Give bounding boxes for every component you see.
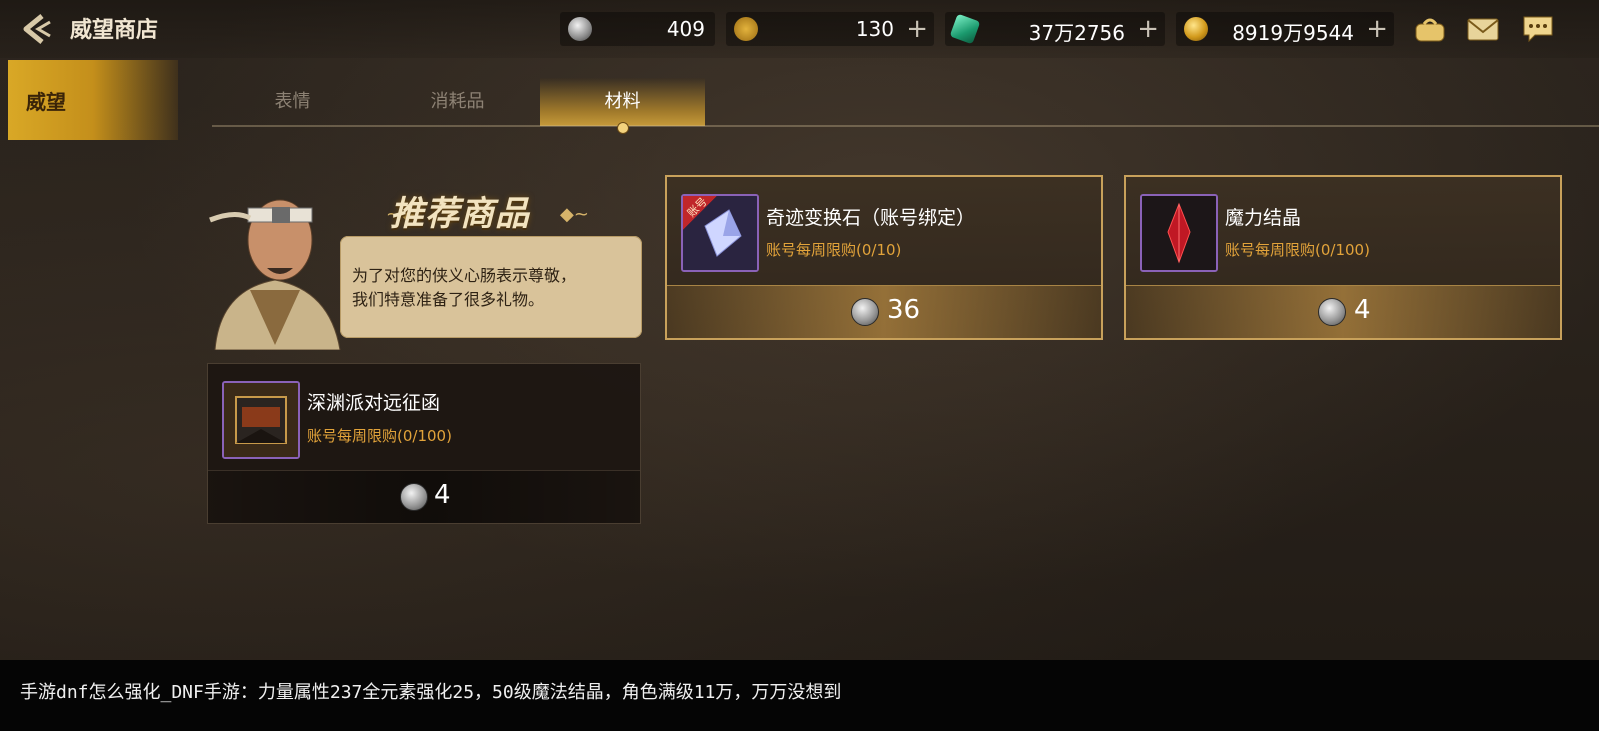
shop-item-card[interactable]: 深渊派对远征函 账号每周限购(0/100) 4 (207, 363, 641, 524)
prestige-coin-icon (400, 483, 428, 511)
currency-value: 409 (666, 17, 705, 41)
title-ornament-right-icon: ◆~ (560, 204, 589, 225)
price-bar[interactable]: 4 (208, 470, 640, 523)
npc-dialog-bubble: 为了对您的侠义心肠表示尊敬， 我们特意准备了很多礼物。 (340, 236, 642, 338)
video-caption: 手游dnf怎么强化_DNF手游：力量属性237全元素强化25，50级魔法结晶，角… (20, 682, 842, 703)
account-badge: 账号 (683, 196, 717, 230)
item-limit: 账号每周限购(0/10) (766, 241, 902, 259)
item-name: 魔力结晶 (1225, 207, 1302, 229)
currency-c: 130 + (726, 12, 934, 46)
price-bar[interactable]: 36 (667, 285, 1101, 338)
item-name: 奇迹变换石（账号绑定） (766, 207, 976, 229)
letter-icon (222, 381, 300, 459)
price-bar[interactable]: 4 (1126, 285, 1560, 338)
item-price: 4 (434, 480, 451, 510)
prestige-coin-icon (568, 17, 592, 41)
bag-icon[interactable] (1413, 14, 1447, 44)
video-caption-bar: 手游dnf怎么强化_DNF手游：力量属性237全元素强化25，50级魔法结晶，角… (0, 660, 1599, 731)
currency-value: 8919万9544 (1232, 21, 1354, 45)
mail-icon[interactable] (1466, 14, 1500, 44)
tab-divider (212, 125, 1599, 127)
back-arrow-icon[interactable] (18, 10, 56, 48)
item-price: 4 (1354, 295, 1371, 325)
add-c-button[interactable]: + (906, 14, 928, 44)
add-gem-button[interactable]: + (1137, 14, 1159, 44)
green-gem-icon (949, 13, 981, 45)
c-coin-icon (734, 17, 758, 41)
active-tab-indicator (617, 122, 629, 134)
shop-item-card[interactable]: 魔力结晶 账号每周限购(0/100) 4 (1124, 175, 1562, 340)
npc-portrait (209, 199, 341, 350)
gold-coin-icon (1184, 17, 1208, 41)
item-limit: 账号每周限购(0/100) (307, 427, 452, 445)
shop-item-card[interactable]: 账号 奇迹变换石（账号绑定） 账号每周限购(0/10) 36 (665, 175, 1103, 340)
crystal-stone-icon: 账号 (681, 194, 759, 272)
currency-prestige: 409 (560, 12, 715, 46)
npc-dialog-text: 为了对您的侠义心肠表示尊敬， 我们特意准备了很多礼物。 (352, 266, 577, 309)
currency-value: 37万2756 (1028, 21, 1125, 45)
item-name: 深渊派对远征函 (307, 392, 441, 414)
add-gold-button[interactable]: + (1366, 14, 1388, 44)
red-crystal-icon (1140, 194, 1218, 272)
tab-emotes[interactable]: 表情 (210, 78, 375, 126)
tab-materials[interactable]: 材料 (540, 78, 705, 126)
recommend-title: 推荐商品 (390, 194, 530, 234)
currency-gold: 8919万9544 + (1176, 12, 1394, 46)
nav-item-label: 威望 (26, 90, 66, 114)
prestige-coin-icon (851, 298, 879, 326)
item-limit: 账号每周限购(0/100) (1225, 241, 1370, 259)
item-price: 36 (887, 295, 921, 325)
tab-consumables[interactable]: 消耗品 (375, 78, 540, 126)
prestige-coin-icon (1318, 298, 1346, 326)
currency-value: 130 (855, 17, 894, 41)
nav-item-prestige[interactable]: 威望 (8, 60, 178, 140)
page-title: 威望商店 (70, 18, 159, 43)
top-bar: 威望商店 409 130 + 37万2756 + 8919万9544 + (0, 0, 1599, 58)
chat-icon[interactable] (1521, 14, 1555, 44)
currency-gem: 37万2756 + (945, 12, 1165, 46)
